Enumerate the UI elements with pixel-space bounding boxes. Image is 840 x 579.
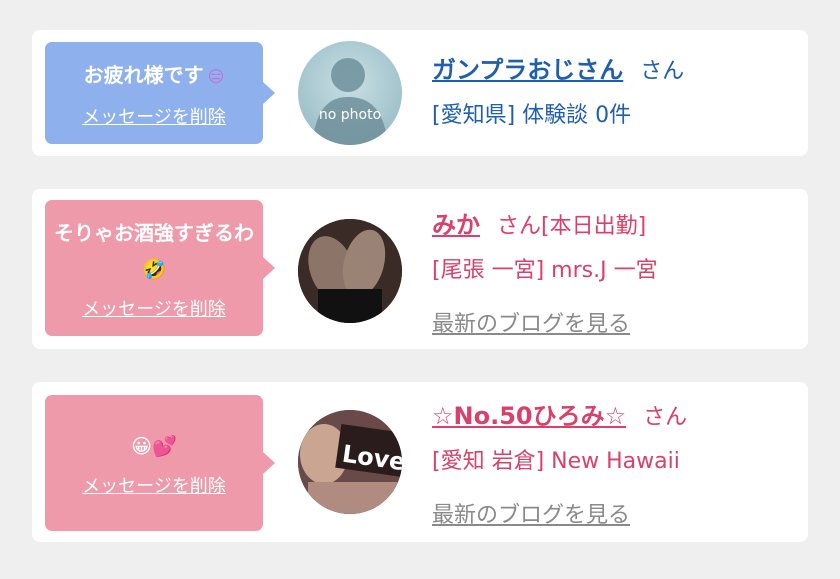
user-detail: [愛知県] 体験談 0件	[432, 103, 632, 128]
user-name-line: みか さん[本日出勤]	[432, 205, 658, 240]
latest-blog-link[interactable]: 最新のブログを見る	[432, 497, 687, 529]
delete-message-link[interactable]: メッセージを削除	[82, 103, 226, 129]
user-name-link[interactable]: みか	[432, 211, 480, 239]
name-suffix: さん	[633, 59, 685, 84]
no-photo-label: no photo	[318, 107, 382, 123]
message-text: そりゃお酒強すぎるわ🤣	[54, 221, 254, 281]
user-info: ガンプラおじさん さん [愛知県] 体験談 0件	[432, 50, 684, 129]
message-bubble: そりゃお酒強すぎるわ🤣 メッセージを削除	[45, 200, 275, 336]
emoji: 🤣	[141, 257, 167, 281]
name-suffix: さん	[636, 405, 688, 430]
emoji: 😀💕	[131, 434, 177, 458]
message-bubble: お疲れ様です 😑 メッセージを削除	[45, 42, 275, 144]
user-name-link[interactable]: ガンプラおじさん	[432, 56, 623, 84]
user-name-link[interactable]: ☆No.50ひろみ☆	[432, 402, 626, 430]
user-detail: [愛知 岩倉] New Hawaii	[432, 449, 680, 474]
latest-blog-link[interactable]: 最新のブログを見る	[432, 306, 658, 338]
avatar[interactable]: Love	[298, 410, 402, 514]
message-text: 😀💕	[131, 428, 177, 464]
avatar[interactable]: no photo	[298, 41, 402, 145]
message-card-2: そりゃお酒強すぎるわ🤣 メッセージを削除 みか さん[本日出勤] [尾張 一宮]…	[32, 189, 808, 349]
message-bubble: 😀💕 メッセージを削除	[45, 395, 275, 531]
user-name-line: ☆No.50ひろみ☆ さん	[432, 396, 687, 431]
profile-photo	[298, 219, 402, 323]
emoji: 😑	[207, 67, 225, 86]
message-card-3: 😀💕 メッセージを削除 Love ☆No.50ひろみ☆ さん [愛知 岩倉] N…	[32, 382, 808, 542]
name-suffix: さん[本日出勤]	[490, 214, 647, 239]
no-photo-icon	[312, 58, 388, 145]
message-card-1: お疲れ様です 😑 メッセージを削除 no photo ガンプラおじさん さん [愛…	[32, 30, 808, 156]
user-info: みか さん[本日出勤] [尾張 一宮] mrs.J 一宮 最新のブログを見る	[432, 205, 658, 338]
user-detail: [尾張 一宮] mrs.J 一宮	[432, 258, 658, 283]
delete-message-link[interactable]: メッセージを削除	[82, 472, 226, 498]
message-text: お疲れ様です 😑	[83, 63, 225, 87]
user-info: ☆No.50ひろみ☆ さん [愛知 岩倉] New Hawaii 最新のブログを…	[432, 396, 687, 529]
avatar[interactable]	[298, 219, 402, 323]
delete-message-link[interactable]: メッセージを削除	[82, 295, 226, 321]
user-name-line: ガンプラおじさん さん	[432, 50, 684, 85]
